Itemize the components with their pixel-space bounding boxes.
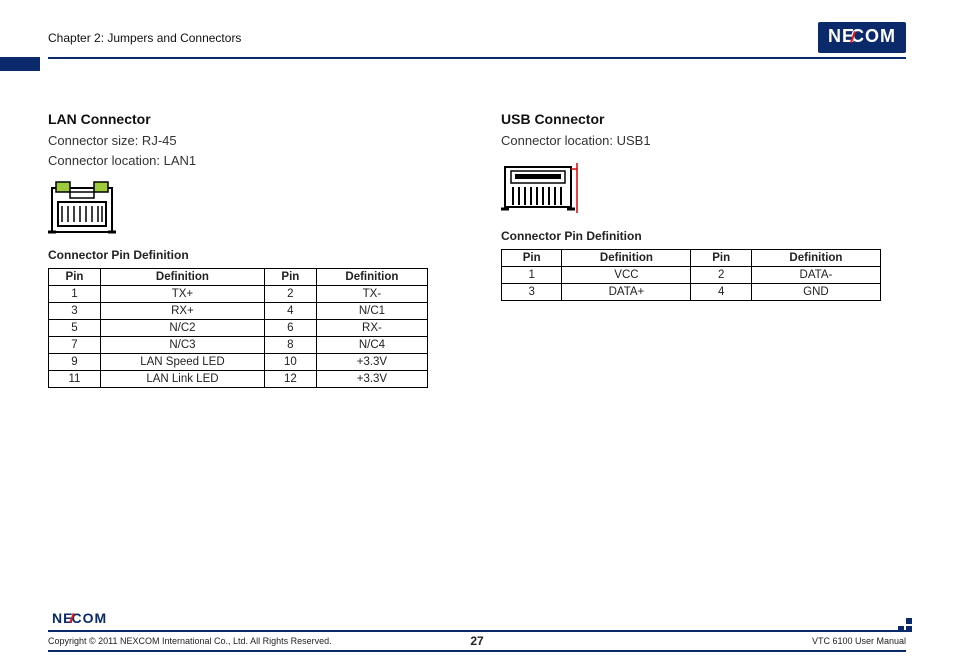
main-content: LAN Connector Connector size: RJ-45 Conn… (48, 111, 906, 388)
table-cell: 9 (49, 354, 101, 371)
accent-block (0, 57, 40, 71)
table-cell: RX- (316, 320, 427, 337)
page-number: 27 (48, 634, 906, 648)
table-cell: LAN Speed LED (100, 354, 264, 371)
table-cell: 8 (264, 337, 316, 354)
table-cell: 3 (49, 303, 101, 320)
table-cell: 2 (691, 266, 751, 283)
th-def: Definition (100, 269, 264, 286)
manual-name: VTC 6100 User Manual (812, 636, 906, 646)
table-cell: N/C1 (316, 303, 427, 320)
table-cell: DATA- (751, 266, 880, 283)
table-cell: +3.3V (316, 354, 427, 371)
table-row: 7N/C38N/C4 (49, 337, 428, 354)
table-cell: DATA+ (562, 283, 691, 300)
table-row: 3RX+4N/C1 (49, 303, 428, 320)
table-row: 9LAN Speed LED10+3.3V (49, 354, 428, 371)
table-cell: 10 (264, 354, 316, 371)
usb-def-heading: Connector Pin Definition (501, 229, 906, 243)
usb-location: Connector location: USB1 (501, 131, 906, 151)
table-cell: 3 (502, 283, 562, 300)
footer-bar: NECOM Copyright © 2011 NEXCOM Internatio… (48, 630, 906, 652)
table-cell: 6 (264, 320, 316, 337)
table-cell: 1 (502, 266, 562, 283)
table-row: 5N/C26RX- (49, 320, 428, 337)
lan-def-heading: Connector Pin Definition (48, 248, 453, 262)
chapter-title: Chapter 2: Jumpers and Connectors (48, 31, 241, 45)
th-pin: Pin (264, 269, 316, 286)
th-pin: Pin (502, 249, 562, 266)
th-def: Definition (316, 269, 427, 286)
table-cell: N/C3 (100, 337, 264, 354)
table-cell: 7 (49, 337, 101, 354)
header-bar: Chapter 2: Jumpers and Connectors NECOM (48, 22, 906, 59)
table-cell: TX- (316, 286, 427, 303)
table-cell: 11 (49, 371, 101, 388)
table-cell: N/C4 (316, 337, 427, 354)
nexcom-logo: NECOM (818, 22, 906, 53)
th-pin: Pin (49, 269, 101, 286)
table-cell: RX+ (100, 303, 264, 320)
th-pin: Pin (691, 249, 751, 266)
lan-column: LAN Connector Connector size: RJ-45 Conn… (48, 111, 453, 388)
table-row: 1VCC2DATA- (502, 266, 881, 283)
table-cell: TX+ (100, 286, 264, 303)
lan-title: LAN Connector (48, 111, 453, 127)
lan-diagram (48, 180, 453, 236)
usb-title: USB Connector (501, 111, 906, 127)
lan-pin-table: Pin Definition Pin Definition 1TX+2TX-3R… (48, 268, 428, 388)
table-row: 1TX+2TX- (49, 286, 428, 303)
lan-location: Connector location: LAN1 (48, 151, 453, 171)
usb-pin-table: Pin Definition Pin Definition 1VCC2DATA-… (501, 249, 881, 301)
table-cell: 4 (691, 283, 751, 300)
table-cell: GND (751, 283, 880, 300)
table-cell: 1 (49, 286, 101, 303)
th-def: Definition (751, 249, 880, 266)
usb-diagram (501, 161, 906, 217)
table-row: 3DATA+4GND (502, 283, 881, 300)
table-cell: LAN Link LED (100, 371, 264, 388)
table-cell: 5 (49, 320, 101, 337)
table-cell: 12 (264, 371, 316, 388)
th-def: Definition (562, 249, 691, 266)
table-cell: +3.3V (316, 371, 427, 388)
table-row: 11LAN Link LED12+3.3V (49, 371, 428, 388)
table-cell: VCC (562, 266, 691, 283)
table-cell: 4 (264, 303, 316, 320)
corner-icon (898, 618, 912, 632)
usb-column: USB Connector Connector location: USB1 (501, 111, 906, 388)
table-cell: N/C2 (100, 320, 264, 337)
table-cell: 2 (264, 286, 316, 303)
footer-logo: NECOM (48, 610, 111, 626)
lan-size: Connector size: RJ-45 (48, 131, 453, 151)
